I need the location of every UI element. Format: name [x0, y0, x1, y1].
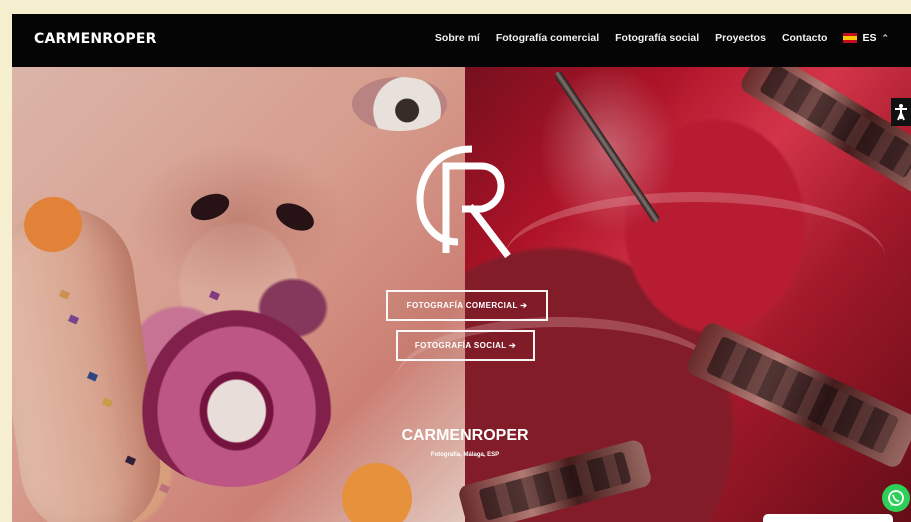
menu-commercial-photography[interactable]: Fotografía comercial: [496, 32, 599, 44]
browser-page: CARMENROPER Sobre mí Fotografía comercia…: [12, 14, 911, 522]
main-menu: Sobre mí Fotografía comercial Fotografía…: [435, 32, 889, 44]
social-photography-button[interactable]: FOTOGRAFÍA SOCIAL ➔: [396, 330, 535, 361]
language-selector[interactable]: ES ⌃: [843, 32, 889, 44]
whatsapp-icon[interactable]: [882, 484, 910, 512]
accessibility-icon[interactable]: [891, 98, 911, 126]
language-code: ES: [862, 32, 877, 44]
hero-section: FOTOGRAFÍA COMERCIAL ➔ FOTOGRAFÍA SOCIAL…: [12, 67, 911, 522]
menu-social-photography[interactable]: Fotografía social: [615, 32, 699, 44]
site-brand[interactable]: CARMENROPER: [34, 31, 157, 47]
person-icon: [895, 104, 907, 121]
hero-subtitle: Fotografía, Málaga, ESP: [430, 452, 500, 458]
menu-projects[interactable]: Proyectos: [715, 32, 766, 44]
cr-logo-icon: [416, 145, 511, 259]
menu-contact[interactable]: Contacto: [782, 32, 828, 44]
commercial-photography-button[interactable]: FOTOGRAFÍA COMERCIAL ➔: [386, 290, 548, 321]
chevron-up-icon: ⌃: [881, 32, 889, 43]
spain-flag-icon: [843, 33, 858, 43]
whatsapp-phone-icon: [888, 490, 904, 506]
hero-title: CARMENROPER: [401, 427, 529, 444]
menu-about[interactable]: Sobre mí: [435, 32, 480, 44]
bottom-overlay-tab: [763, 514, 893, 522]
top-navigation: CARMENROPER Sobre mí Fotografía comercia…: [12, 14, 911, 67]
